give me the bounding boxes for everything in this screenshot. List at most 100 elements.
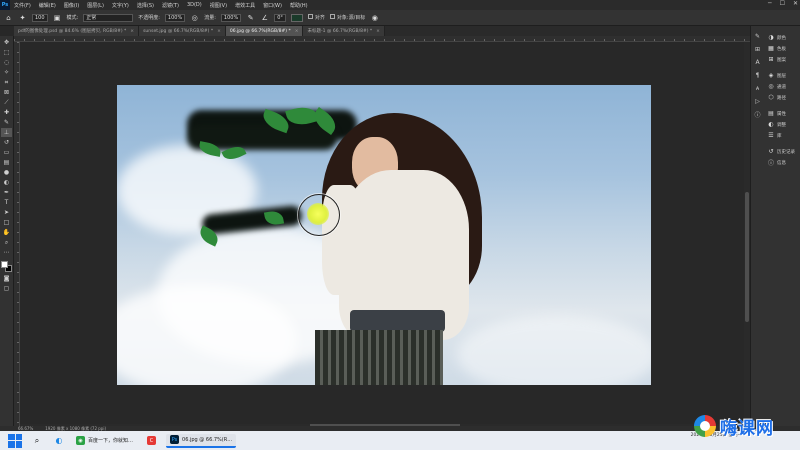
mode-select[interactable]: 正常 [83, 13, 134, 22]
document-canvas[interactable] [117, 85, 651, 385]
character-panel-icon[interactable]: ᴀ [753, 84, 763, 93]
actions-panel-icon[interactable]: ▷ [753, 97, 763, 106]
search-icon[interactable]: ⌕ [30, 434, 44, 448]
zoom-tool-icon[interactable]: ⌕ [1, 238, 12, 247]
frame-tool-icon[interactable]: ⊠ [1, 88, 12, 97]
glyphs-panel-icon[interactable]: A [753, 58, 763, 67]
panel-properties[interactable]: ▤ 属性 [764, 108, 800, 119]
edge-browser-icon[interactable]: ◐ [52, 434, 66, 448]
marquee-tool-icon[interactable]: ⬚ [1, 48, 12, 57]
rectangle-tool-icon[interactable]: □ [1, 218, 12, 227]
ps-logo-icon[interactable]: Ps [0, 0, 10, 10]
align-checkbox[interactable]: 对齐 [307, 14, 325, 21]
panel-icon-strip: ✎ ⊞ A ¶ ᴀ ▷ ⓘ [750, 26, 764, 426]
paragraph-panel-icon[interactable]: ¶ [753, 71, 763, 80]
pen-tool-icon[interactable]: ✒ [1, 188, 12, 197]
move-tool-icon[interactable]: ✥ [1, 38, 12, 47]
brush-cursor [298, 194, 340, 236]
magic-wand-tool-icon[interactable]: ✧ [1, 68, 12, 77]
flow-field[interactable]: 100% [220, 13, 242, 22]
menu-view[interactable]: 视图(V) [206, 2, 231, 9]
menu-file[interactable]: 文件(F) [10, 2, 35, 9]
close-tab-icon[interactable]: × [295, 29, 299, 34]
source-swatch[interactable] [290, 13, 303, 22]
eyedropper-tool-icon[interactable]: ⟋ [1, 98, 12, 107]
quick-mask-icon[interactable]: ◙ [1, 274, 12, 283]
tab-doc-1[interactable]: pdf的图像处理.psd @ 84.6% (图层拷贝, RGB/8#) * × [14, 26, 140, 36]
path-select-tool-icon[interactable]: ➤ [1, 208, 12, 217]
screen-mode-icon[interactable]: ▢ [1, 284, 12, 293]
dodge-tool-icon[interactable]: ◐ [1, 178, 12, 187]
menu-help[interactable]: 帮助(H) [286, 2, 312, 9]
maximize-icon[interactable]: ☐ [780, 0, 785, 7]
panel-paths[interactable]: ⬡ 路径 [764, 92, 800, 103]
panel-patterns[interactable]: ⊞ 图案 [764, 54, 800, 65]
panel-info[interactable]: ⓘ 信息 [764, 157, 800, 168]
clone-stamp-tool-icon[interactable]: ⊥ [1, 128, 12, 137]
minimize-icon[interactable]: ─ [768, 0, 772, 7]
windows-taskbar: ⌕ ◐ ◉ 百度一下，你就知… C Ps 06.jpg @ 66.7%(R… 2… [0, 431, 800, 450]
menu-image[interactable]: 图像(I) [60, 2, 83, 9]
home-icon[interactable]: ⌂ [4, 13, 13, 22]
foreground-color[interactable] [0, 261, 8, 268]
healing-brush-tool-icon[interactable]: ✚ [1, 108, 12, 117]
pressure-opacity-icon[interactable]: ◎ [190, 13, 199, 22]
close-tab-icon[interactable]: × [217, 29, 221, 34]
panel-adjustments[interactable]: ◐ 调整 [764, 119, 800, 130]
toolbox: ✥ ⬚ ◌ ✧ ⌗ ⊠ ⟋ ✚ ✎ ⊥ ↺ ▭ ▤ ● ◐ ✒ T ➤ □ ✋ … [0, 36, 14, 426]
layers-icon: ◈ [768, 72, 774, 79]
menu-select[interactable]: 选择(S) [133, 2, 158, 9]
airbrush-icon[interactable]: ✎ [246, 13, 255, 22]
menu-plugins[interactable]: 增效工具 [231, 2, 259, 9]
brush-tool-icon[interactable]: ✎ [1, 118, 12, 127]
more-tools-icon[interactable]: ⋯ [1, 248, 12, 257]
lasso-tool-icon[interactable]: ◌ [1, 58, 12, 67]
menu-layer[interactable]: 图层(L) [83, 2, 108, 9]
close-icon[interactable]: ✕ [793, 0, 798, 7]
close-tab-icon[interactable]: × [130, 29, 134, 34]
menu-filter[interactable]: 滤镜(T) [158, 2, 183, 9]
panel-libraries[interactable]: ☰ 库 [764, 130, 800, 141]
brush-size-field[interactable]: 100 [32, 13, 48, 22]
blur-tool-icon[interactable]: ● [1, 168, 12, 177]
brush-settings-panel-icon[interactable]: ✎ [753, 32, 763, 41]
tab-doc-3[interactable]: 06.jpg @ 66.7%(RGB/8#) * × [225, 26, 304, 36]
tab-doc-4[interactable]: 未标题-1 @ 66.7%(RGB/8#) * × [303, 26, 385, 36]
taskbar-item-browser[interactable]: ◉ 百度一下，你就知… [72, 434, 137, 448]
crop-tool-icon[interactable]: ⌗ [1, 78, 12, 87]
scroll-thumb[interactable] [745, 192, 749, 322]
hand-tool-icon[interactable]: ✋ [1, 228, 12, 237]
color-swatches[interactable] [0, 261, 13, 273]
menu-edit[interactable]: 编辑(E) [35, 2, 60, 9]
start-button[interactable] [8, 433, 22, 448]
brush-preset-icon[interactable]: ✦ [18, 13, 27, 22]
pressure-size-icon[interactable]: ◉ [370, 13, 379, 22]
sample-checkbox[interactable]: 对象:源/目标 [329, 14, 365, 21]
history-brush-tool-icon[interactable]: ↺ [1, 138, 12, 147]
info-panel-icon[interactable]: ⓘ [753, 110, 763, 119]
taskbar-item-app[interactable]: C [143, 434, 160, 448]
menu-3d[interactable]: 3D(D) [183, 2, 206, 8]
clone-source-panel-icon[interactable]: ⊞ [753, 45, 763, 54]
menu-bar: Ps 文件(F) 编辑(E) 图像(I) 图层(L) 文字(Y) 选择(S) 滤… [0, 0, 800, 10]
menu-window[interactable]: 窗口(W) [259, 2, 286, 9]
menu-type[interactable]: 文字(Y) [108, 2, 133, 9]
swatches-icon: ▦ [768, 45, 774, 52]
panel-channels[interactable]: ◎ 通道 [764, 81, 800, 92]
taskbar-item-photoshop[interactable]: Ps 06.jpg @ 66.7%(R… [166, 433, 237, 448]
angle-icon: ∠ [261, 13, 268, 22]
panel-layers[interactable]: ◈ 图层 [764, 70, 800, 81]
skirt [315, 330, 443, 385]
gradient-tool-icon[interactable]: ▤ [1, 158, 12, 167]
panel-history[interactable]: ↺ 历史记录 [764, 146, 800, 157]
panel-color[interactable]: ◑ 颜色 [764, 32, 800, 43]
brush-settings-icon[interactable]: ▣ [53, 13, 62, 22]
opacity-field[interactable]: 100% [164, 13, 186, 22]
type-tool-icon[interactable]: T [1, 198, 12, 207]
panel-swatches[interactable]: ▦ 色板 [764, 43, 800, 54]
tab-doc-2[interactable]: sunset.jpg @ 66.7%(RGB/8#) * × [139, 26, 226, 36]
close-tab-icon[interactable]: × [376, 29, 380, 34]
angle-field[interactable]: 0° [274, 13, 286, 22]
eraser-tool-icon[interactable]: ▭ [1, 148, 12, 157]
watermark-logo-icon [694, 415, 716, 437]
